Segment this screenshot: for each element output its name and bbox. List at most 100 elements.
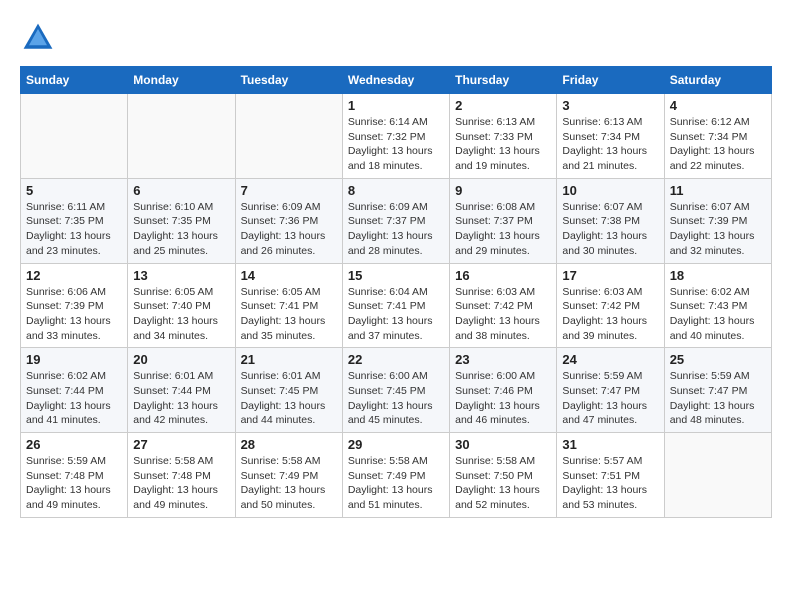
- calendar-cell: 30 Sunrise: 5:58 AM Sunset: 7:50 PM Dayli…: [450, 433, 557, 518]
- day-number: 28: [241, 437, 337, 452]
- day-number: 24: [562, 352, 658, 367]
- logo-icon: [20, 20, 56, 56]
- calendar-header: SundayMondayTuesdayWednesdayThursdayFrid…: [21, 67, 772, 94]
- day-number: 21: [241, 352, 337, 367]
- calendar-body: 1 Sunrise: 6:14 AM Sunset: 7:32 PM Daylig…: [21, 94, 772, 518]
- calendar-cell: [128, 94, 235, 179]
- day-info: Sunrise: 5:58 AM Sunset: 7:48 PM Dayligh…: [133, 454, 229, 513]
- day-info: Sunrise: 6:04 AM Sunset: 7:41 PM Dayligh…: [348, 285, 444, 344]
- calendar-cell: 15 Sunrise: 6:04 AM Sunset: 7:41 PM Dayli…: [342, 263, 449, 348]
- week-row-1: 5 Sunrise: 6:11 AM Sunset: 7:35 PM Daylig…: [21, 178, 772, 263]
- calendar-cell: 28 Sunrise: 5:58 AM Sunset: 7:49 PM Dayli…: [235, 433, 342, 518]
- day-info: Sunrise: 6:09 AM Sunset: 7:36 PM Dayligh…: [241, 200, 337, 259]
- day-info: Sunrise: 6:11 AM Sunset: 7:35 PM Dayligh…: [26, 200, 122, 259]
- day-info: Sunrise: 5:58 AM Sunset: 7:49 PM Dayligh…: [348, 454, 444, 513]
- week-row-2: 12 Sunrise: 6:06 AM Sunset: 7:39 PM Dayli…: [21, 263, 772, 348]
- calendar-cell: 4 Sunrise: 6:12 AM Sunset: 7:34 PM Daylig…: [664, 94, 771, 179]
- day-info: Sunrise: 6:01 AM Sunset: 7:44 PM Dayligh…: [133, 369, 229, 428]
- day-info: Sunrise: 6:02 AM Sunset: 7:44 PM Dayligh…: [26, 369, 122, 428]
- day-info: Sunrise: 5:58 AM Sunset: 7:50 PM Dayligh…: [455, 454, 551, 513]
- day-number: 8: [348, 183, 444, 198]
- calendar-cell: 1 Sunrise: 6:14 AM Sunset: 7:32 PM Daylig…: [342, 94, 449, 179]
- day-info: Sunrise: 6:05 AM Sunset: 7:41 PM Dayligh…: [241, 285, 337, 344]
- day-info: Sunrise: 6:07 AM Sunset: 7:38 PM Dayligh…: [562, 200, 658, 259]
- day-number: 6: [133, 183, 229, 198]
- calendar-cell: 31Sunrise: 5:57 AM Sunset: 7:51 PM Dayli…: [557, 433, 664, 518]
- day-number: 18: [670, 268, 766, 283]
- calendar-cell: 9 Sunrise: 6:08 AM Sunset: 7:37 PM Daylig…: [450, 178, 557, 263]
- logo: [20, 20, 60, 56]
- day-number: 1: [348, 98, 444, 113]
- day-number: 31: [562, 437, 658, 452]
- day-info: Sunrise: 6:14 AM Sunset: 7:32 PM Dayligh…: [348, 115, 444, 174]
- day-info: Sunrise: 5:59 AM Sunset: 7:47 PM Dayligh…: [562, 369, 658, 428]
- calendar-cell: 24 Sunrise: 5:59 AM Sunset: 7:47 PM Dayli…: [557, 348, 664, 433]
- day-number: 11: [670, 183, 766, 198]
- calendar-cell: 29 Sunrise: 5:58 AM Sunset: 7:49 PM Dayli…: [342, 433, 449, 518]
- calendar-cell: 10 Sunrise: 6:07 AM Sunset: 7:38 PM Dayli…: [557, 178, 664, 263]
- day-number: 23: [455, 352, 551, 367]
- day-number: 5: [26, 183, 122, 198]
- weekday-sunday: Sunday: [21, 67, 128, 94]
- calendar-cell: 13Sunrise: 6:05 AM Sunset: 7:40 PM Dayli…: [128, 263, 235, 348]
- calendar-cell: 21 Sunrise: 6:01 AM Sunset: 7:45 PM Dayli…: [235, 348, 342, 433]
- calendar-cell: 20Sunrise: 6:01 AM Sunset: 7:44 PM Dayli…: [128, 348, 235, 433]
- day-number: 29: [348, 437, 444, 452]
- day-number: 15: [348, 268, 444, 283]
- calendar-cell: 2 Sunrise: 6:13 AM Sunset: 7:33 PM Daylig…: [450, 94, 557, 179]
- day-info: Sunrise: 6:12 AM Sunset: 7:34 PM Dayligh…: [670, 115, 766, 174]
- day-info: Sunrise: 6:08 AM Sunset: 7:37 PM Dayligh…: [455, 200, 551, 259]
- day-info: Sunrise: 5:59 AM Sunset: 7:47 PM Dayligh…: [670, 369, 766, 428]
- calendar-cell: 5 Sunrise: 6:11 AM Sunset: 7:35 PM Daylig…: [21, 178, 128, 263]
- day-info: Sunrise: 6:02 AM Sunset: 7:43 PM Dayligh…: [670, 285, 766, 344]
- calendar-cell: 3 Sunrise: 6:13 AM Sunset: 7:34 PM Daylig…: [557, 94, 664, 179]
- weekday-tuesday: Tuesday: [235, 67, 342, 94]
- calendar-cell: 6 Sunrise: 6:10 AM Sunset: 7:35 PM Daylig…: [128, 178, 235, 263]
- calendar-cell: [21, 94, 128, 179]
- day-number: 16: [455, 268, 551, 283]
- day-info: Sunrise: 6:00 AM Sunset: 7:46 PM Dayligh…: [455, 369, 551, 428]
- calendar-cell: 14Sunrise: 6:05 AM Sunset: 7:41 PM Dayli…: [235, 263, 342, 348]
- day-number: 30: [455, 437, 551, 452]
- calendar-cell: 17 Sunrise: 6:03 AM Sunset: 7:42 PM Dayli…: [557, 263, 664, 348]
- day-info: Sunrise: 6:13 AM Sunset: 7:34 PM Dayligh…: [562, 115, 658, 174]
- day-info: Sunrise: 6:06 AM Sunset: 7:39 PM Dayligh…: [26, 285, 122, 344]
- weekday-header-row: SundayMondayTuesdayWednesdayThursdayFrid…: [21, 67, 772, 94]
- day-number: 25: [670, 352, 766, 367]
- calendar-cell: 18 Sunrise: 6:02 AM Sunset: 7:43 PM Dayli…: [664, 263, 771, 348]
- calendar-cell: 19Sunrise: 6:02 AM Sunset: 7:44 PM Dayli…: [21, 348, 128, 433]
- day-number: 9: [455, 183, 551, 198]
- calendar-cell: 25 Sunrise: 5:59 AM Sunset: 7:47 PM Dayli…: [664, 348, 771, 433]
- weekday-wednesday: Wednesday: [342, 67, 449, 94]
- day-info: Sunrise: 6:09 AM Sunset: 7:37 PM Dayligh…: [348, 200, 444, 259]
- day-info: Sunrise: 6:00 AM Sunset: 7:45 PM Dayligh…: [348, 369, 444, 428]
- day-info: Sunrise: 6:01 AM Sunset: 7:45 PM Dayligh…: [241, 369, 337, 428]
- calendar-cell: 16 Sunrise: 6:03 AM Sunset: 7:42 PM Dayli…: [450, 263, 557, 348]
- calendar-cell: 23 Sunrise: 6:00 AM Sunset: 7:46 PM Dayli…: [450, 348, 557, 433]
- week-row-0: 1 Sunrise: 6:14 AM Sunset: 7:32 PM Daylig…: [21, 94, 772, 179]
- day-info: Sunrise: 5:59 AM Sunset: 7:48 PM Dayligh…: [26, 454, 122, 513]
- calendar-cell: 11 Sunrise: 6:07 AM Sunset: 7:39 PM Dayli…: [664, 178, 771, 263]
- calendar-cell: 12 Sunrise: 6:06 AM Sunset: 7:39 PM Dayli…: [21, 263, 128, 348]
- day-number: 12: [26, 268, 122, 283]
- day-info: Sunrise: 5:58 AM Sunset: 7:49 PM Dayligh…: [241, 454, 337, 513]
- week-row-4: 26Sunrise: 5:59 AM Sunset: 7:48 PM Dayli…: [21, 433, 772, 518]
- day-info: Sunrise: 6:07 AM Sunset: 7:39 PM Dayligh…: [670, 200, 766, 259]
- day-number: 10: [562, 183, 658, 198]
- page-header: [20, 20, 772, 56]
- day-info: Sunrise: 6:03 AM Sunset: 7:42 PM Dayligh…: [562, 285, 658, 344]
- day-number: 4: [670, 98, 766, 113]
- day-info: Sunrise: 6:03 AM Sunset: 7:42 PM Dayligh…: [455, 285, 551, 344]
- weekday-thursday: Thursday: [450, 67, 557, 94]
- day-info: Sunrise: 6:13 AM Sunset: 7:33 PM Dayligh…: [455, 115, 551, 174]
- day-number: 17: [562, 268, 658, 283]
- calendar-cell: [235, 94, 342, 179]
- day-number: 2: [455, 98, 551, 113]
- day-number: 27: [133, 437, 229, 452]
- calendar-cell: 8 Sunrise: 6:09 AM Sunset: 7:37 PM Daylig…: [342, 178, 449, 263]
- day-info: Sunrise: 6:10 AM Sunset: 7:35 PM Dayligh…: [133, 200, 229, 259]
- day-number: 3: [562, 98, 658, 113]
- calendar-cell: [664, 433, 771, 518]
- calendar-cell: 7Sunrise: 6:09 AM Sunset: 7:36 PM Daylig…: [235, 178, 342, 263]
- day-number: 13: [133, 268, 229, 283]
